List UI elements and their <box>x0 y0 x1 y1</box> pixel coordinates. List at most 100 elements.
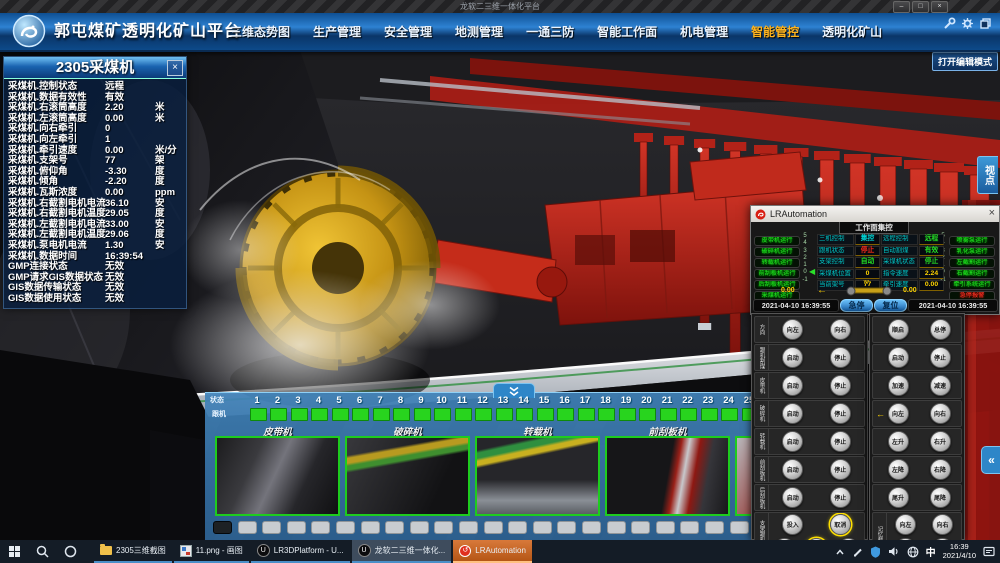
round-button-停止[interactable]: 停止 <box>830 431 851 452</box>
camera-thumbnail[interactable] <box>475 436 600 516</box>
estop-button[interactable]: 急停 <box>840 299 873 312</box>
pager-pill[interactable] <box>336 521 355 534</box>
round-button-左降[interactable]: 左降 <box>888 459 909 480</box>
nav-item[interactable]: 三维态势图 <box>230 23 290 40</box>
pen-icon[interactable] <box>852 546 863 557</box>
round-button-向左[interactable]: 向左 <box>888 403 909 424</box>
round-button-左升[interactable]: 左升 <box>888 431 909 452</box>
pager-pill[interactable] <box>705 521 724 534</box>
nav-item[interactable]: 智能工作面 <box>597 23 657 40</box>
pager-pill[interactable] <box>459 521 478 534</box>
nav-item[interactable]: 地测管理 <box>455 23 503 40</box>
taskbar-app[interactable]: ULR3DPlatform - U... <box>251 540 350 563</box>
pager-pill[interactable] <box>385 521 404 534</box>
round-button-启动[interactable]: 启动 <box>888 347 909 368</box>
nav-item[interactable]: 安全管理 <box>384 23 432 40</box>
panel-close-icon[interactable]: × <box>167 60 183 76</box>
viewpoint-tab[interactable]: 视点 <box>977 156 998 194</box>
camera-thumbnail[interactable] <box>605 436 730 516</box>
pager-pill[interactable] <box>631 521 650 534</box>
taskbar-clock[interactable]: 16:39 2021/4/10 <box>943 543 976 560</box>
wrench-icon[interactable] <box>943 17 956 30</box>
round-button-加速[interactable]: 加速 <box>888 375 909 396</box>
pager-pill[interactable] <box>680 521 699 534</box>
round-button-停止[interactable]: 停止 <box>830 459 851 480</box>
round-button-投入[interactable]: 投入 <box>782 514 803 535</box>
round-button-启动[interactable]: 启动 <box>782 375 803 396</box>
taskbar-app[interactable]: 2305三维截图 <box>94 540 172 563</box>
round-button-启动[interactable]: 启动 <box>782 347 803 368</box>
cortana-icon[interactable] <box>56 540 84 563</box>
notification-center-icon[interactable] <box>983 546 995 557</box>
pager-pill[interactable] <box>730 521 749 534</box>
pager-pill[interactable] <box>410 521 429 534</box>
pager-pill[interactable] <box>238 521 257 534</box>
round-button-启动[interactable]: 启动 <box>782 403 803 424</box>
round-button-向左[interactable]: 向左 <box>782 319 803 340</box>
minimize-button[interactable]: – <box>893 1 910 13</box>
camera-thumbnail[interactable] <box>735 436 752 516</box>
round-button-尾升[interactable]: 尾升 <box>888 487 909 508</box>
pager-pill[interactable] <box>557 521 576 534</box>
search-icon[interactable] <box>28 540 56 563</box>
pager-pill[interactable] <box>311 521 330 534</box>
round-button-停止[interactable]: 停止 <box>830 375 851 396</box>
round-button-右升[interactable]: 右升 <box>930 431 951 452</box>
pager-pill[interactable] <box>582 521 601 534</box>
round-button-启动[interactable]: 启动 <box>782 459 803 480</box>
round-button-右降[interactable]: 右降 <box>930 459 951 480</box>
gear-icon[interactable] <box>961 17 974 30</box>
pager-pill[interactable] <box>434 521 453 534</box>
lrautomation-close-icon[interactable]: × <box>989 207 995 219</box>
pager-pill[interactable] <box>508 521 527 534</box>
taskbar-app[interactable]: U龙软二三维一体化... <box>352 540 452 563</box>
round-button-尾降[interactable]: 尾降 <box>930 487 951 508</box>
start-button[interactable] <box>0 540 28 563</box>
round-button-向右[interactable]: 向右 <box>930 403 951 424</box>
round-button-停止[interactable]: 停止 <box>830 487 851 508</box>
round-button-启动[interactable]: 启动 <box>782 487 803 508</box>
pager-pill[interactable] <box>656 521 675 534</box>
round-button-停止[interactable]: 停止 <box>830 347 851 368</box>
maximize-button[interactable]: □ <box>912 1 929 13</box>
nav-item[interactable]: 智能管控 <box>751 23 799 40</box>
nav-item[interactable]: 透明化矿山 <box>822 23 882 40</box>
pager-pill[interactable] <box>287 521 306 534</box>
nav-item[interactable]: 机电管理 <box>680 23 728 40</box>
tray-expand-icon[interactable] <box>835 547 845 557</box>
round-button-总停[interactable]: 总停 <box>930 319 951 340</box>
round-button-减速[interactable]: 减速 <box>930 375 951 396</box>
taskbar-app[interactable]: 11.png - 画图 <box>174 540 249 563</box>
pager-pill[interactable] <box>262 521 281 534</box>
workface-control-tab[interactable]: 工作面集控 <box>839 222 909 234</box>
pager-pill[interactable] <box>533 521 552 534</box>
pager-pill[interactable] <box>607 521 626 534</box>
ime-indicator[interactable]: 中 <box>926 544 936 559</box>
round-button-停止[interactable]: 停止 <box>830 403 851 424</box>
round-button-取消[interactable]: 取消 <box>830 514 851 535</box>
round-button-向右[interactable]: 向右 <box>932 514 953 535</box>
close-button[interactable]: × <box>931 1 948 13</box>
camera-thumbnail[interactable] <box>215 436 340 516</box>
network-globe-icon[interactable] <box>907 546 919 558</box>
reset-button[interactable]: 复位 <box>874 299 907 312</box>
taskbar-app[interactable]: ↺LRAutomation <box>453 540 532 563</box>
round-button-停止[interactable]: 停止 <box>930 347 951 368</box>
nav-item[interactable]: 生产管理 <box>313 23 361 40</box>
camera-thumbnail[interactable] <box>345 436 470 516</box>
pager-pill[interactable] <box>213 521 232 534</box>
shield-icon[interactable] <box>870 546 881 558</box>
nav-item[interactable]: 一通三防 <box>526 23 574 40</box>
pager-pill[interactable] <box>484 521 503 534</box>
timestamp-right: 2021-04-10 16:39:55 <box>908 299 998 312</box>
speaker-icon[interactable] <box>888 546 900 557</box>
collapse-left-icon[interactable]: « <box>981 446 1000 474</box>
pager-pill[interactable] <box>361 521 380 534</box>
round-button-向右[interactable]: 向右 <box>830 319 851 340</box>
round-button-向左[interactable]: 向左 <box>895 514 916 535</box>
restore-window-icon[interactable] <box>979 17 992 30</box>
open-edit-mode-button[interactable]: 打开编辑模式 <box>932 52 998 71</box>
lrautomation-title-bar[interactable]: LRAutomation × <box>751 206 999 222</box>
round-button-顺启[interactable]: 顺启 <box>888 319 909 340</box>
round-button-启动[interactable]: 启动 <box>782 431 803 452</box>
